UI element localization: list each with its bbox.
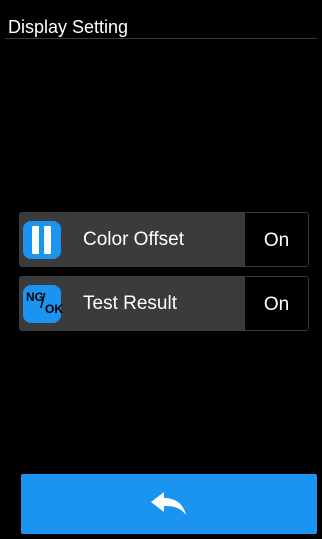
color-offset-value: On bbox=[263, 230, 290, 251]
ng-ok-icon: NG / OK bbox=[23, 285, 63, 323]
ng-ok-icon-ok: OK bbox=[45, 302, 63, 316]
test-result-value: On bbox=[263, 294, 290, 315]
setting-row-test-result[interactable]: NG / OK Test Result On bbox=[19, 276, 309, 331]
back-arrow-icon bbox=[151, 492, 186, 515]
setting-label-color-offset: Color Offset bbox=[83, 229, 185, 250]
color-offset-toggle[interactable]: On bbox=[244, 212, 309, 267]
test-result-toggle[interactable]: On bbox=[244, 276, 309, 331]
page-title: Display Setting bbox=[8, 17, 129, 37]
back-button[interactable] bbox=[21, 474, 317, 534]
color-offset-icon bbox=[23, 221, 61, 259]
display-setting-screen: Display Setting Color Offset On NG / OK … bbox=[5, 0, 317, 539]
header-bar: Display Setting bbox=[5, 0, 317, 39]
setting-label-test-result: Test Result bbox=[83, 293, 177, 314]
setting-row-color-offset[interactable]: Color Offset On bbox=[19, 212, 309, 267]
